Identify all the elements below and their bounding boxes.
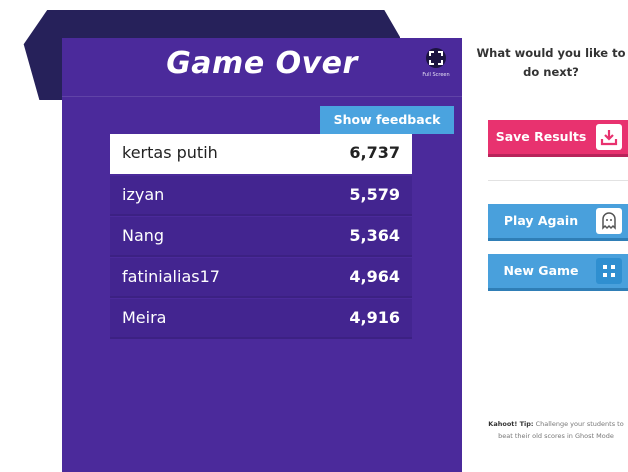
new-game-label: New Game [503,263,579,278]
leaderboard-row-4: fatinialias17 4,964 [110,258,412,298]
panel-header: Game Over Full Screen [62,38,462,97]
download-icon [596,124,622,150]
tip-label: Kahoot! Tip: [488,420,534,428]
game-over-panel: Game Over Full Screen Show feedback kert… [62,38,462,472]
leaderboard-row-2: izyan 5,579 [110,176,412,216]
leaderboard-row-3: Nang 5,364 [110,217,412,257]
save-results-label: Save Results [495,129,587,144]
leaderboard-row-1: kertas putih 6,737 [110,134,412,174]
play-again-button[interactable]: Play Again [488,204,628,241]
player-score: 6,737 [349,143,400,162]
next-actions-sidebar: What would you like to do next? Save Res… [462,0,628,472]
new-game-button[interactable]: New Game [488,254,628,291]
player-name: izyan [122,185,165,204]
show-feedback-button[interactable]: Show feedback [320,106,454,134]
player-score: 4,916 [349,308,400,327]
kahoot-tip: Kahoot! Tip: Challenge your students to … [482,418,628,442]
play-again-label: Play Again [503,213,579,228]
fullscreen-button[interactable]: Full Screen [412,48,456,92]
player-score: 5,579 [349,185,400,204]
page-title: Game Over [166,46,358,81]
grid-icon [596,258,622,284]
ghost-icon [596,208,622,234]
player-name: Meira [122,308,167,327]
fullscreen-label: Full Screen [422,72,450,78]
fullscreen-icon [426,48,446,68]
player-name: kertas putih [122,143,218,162]
next-question: What would you like to do next? [476,46,626,79]
save-results-button[interactable]: Save Results [488,120,628,157]
player-name: fatinialias17 [122,267,220,286]
player-score: 5,364 [349,226,400,245]
player-name: Nang [122,226,165,245]
divider [488,180,628,181]
player-score: 4,964 [349,267,400,286]
leaderboard-row-5: Meira 4,916 [110,299,412,339]
